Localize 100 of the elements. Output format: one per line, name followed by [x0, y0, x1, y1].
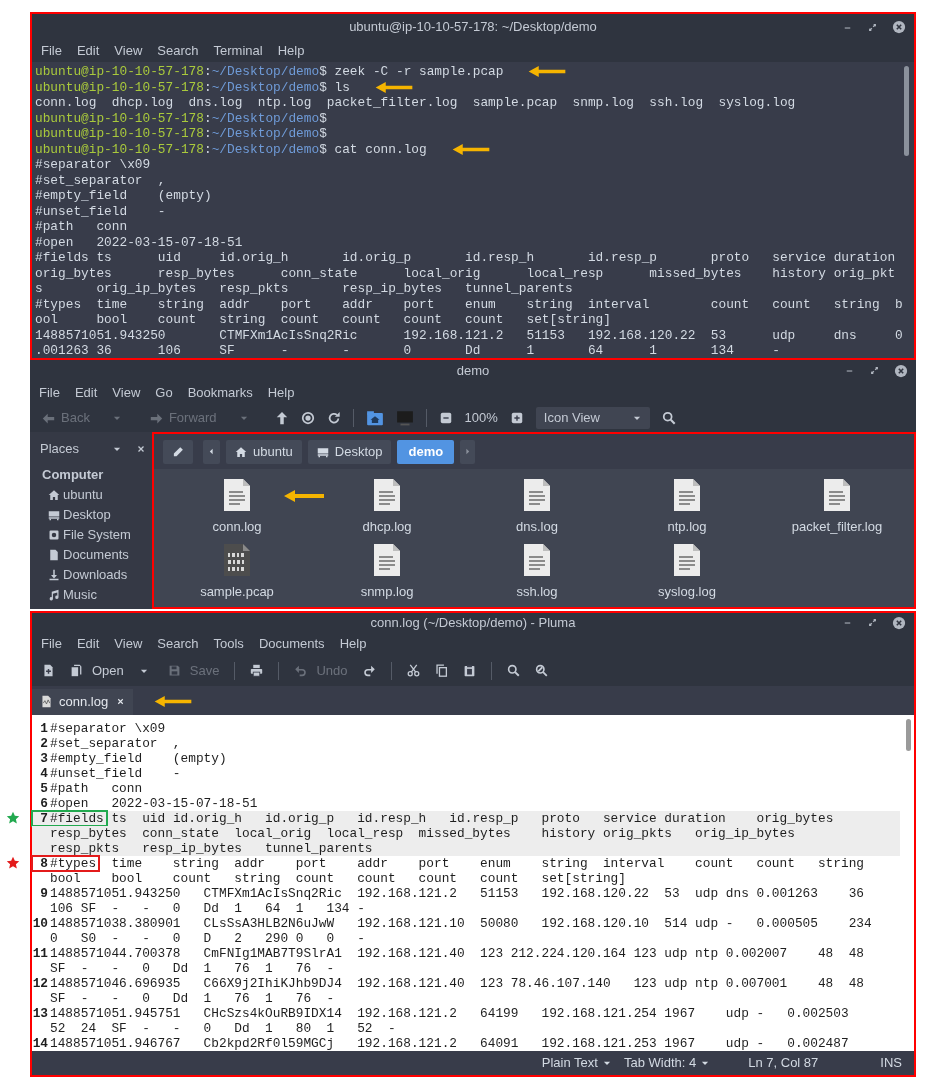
sidebar-item[interactable]: Documents — [30, 545, 152, 565]
menu-item[interactable]: Documents — [258, 633, 325, 654]
menu-item[interactable]: Edit — [76, 633, 100, 654]
cursor-position: Ln 7, Col 87 — [748, 1054, 819, 1073]
scroll-left-button[interactable] — [203, 439, 220, 464]
menu-item[interactable]: Help — [339, 633, 367, 654]
search-icon[interactable] — [506, 664, 520, 677]
clipboard-icon[interactable] — [462, 664, 476, 677]
edit-path-button[interactable] — [163, 439, 193, 464]
menu-item[interactable]: Search — [157, 41, 199, 61]
file-name[interactable]: syslog.log — [658, 581, 716, 601]
scissors-icon[interactable] — [406, 664, 420, 677]
maximize-icon[interactable] — [867, 617, 878, 628]
menu-item[interactable]: File — [41, 633, 62, 654]
path-button[interactable]: ubuntu — [226, 439, 302, 464]
copy-icon[interactable] — [434, 664, 448, 677]
sidebar-item[interactable]: Music — [30, 585, 152, 605]
printer-icon[interactable] — [250, 664, 264, 677]
zoom-out-icon[interactable] — [438, 411, 453, 425]
file-name[interactable]: conn.log — [212, 517, 262, 537]
menu-item[interactable]: Help — [277, 41, 305, 61]
code-line: #open 2022-03-15-07-18-51 — [50, 796, 258, 811]
text-file-icon[interactable] — [373, 542, 401, 577]
scrollbar-thumb[interactable] — [904, 66, 909, 156]
file-name[interactable]: dhcp.log — [362, 517, 412, 537]
text-file-icon[interactable] — [673, 478, 701, 512]
menu-item[interactable]: View — [114, 41, 143, 61]
text-file-icon[interactable] — [223, 478, 251, 512]
line-number: 12 — [32, 976, 49, 991]
text-file-icon[interactable] — [523, 478, 551, 512]
menu-item[interactable]: Terminal — [213, 41, 263, 61]
close-icon[interactable] — [892, 615, 906, 630]
menu-item[interactable]: Edit — [74, 382, 98, 403]
up-arrow-icon[interactable] — [274, 411, 289, 425]
close-icon[interactable] — [136, 444, 146, 454]
code-line: 1488571046.696935 C66X9j2IhiKJhb9DJ4 192.168.121.40 123 78.46.107.140 123 udp ntp 0.007001 48 48 — [50, 976, 864, 991]
line-number: 13 — [32, 1006, 49, 1021]
back-arrow-icon — [42, 411, 55, 425]
text-file-icon[interactable] — [673, 542, 701, 577]
file-name[interactable]: dns.log — [516, 517, 558, 537]
maximize-icon[interactable] — [869, 365, 880, 376]
menu-item[interactable]: Bookmarks — [187, 382, 253, 403]
menu-item[interactable]: Tools — [213, 633, 244, 654]
forward-arrow-icon — [149, 411, 163, 425]
code-line: #unset_field - — [50, 766, 181, 781]
scrollbar-thumb[interactable] — [906, 719, 911, 751]
sidebar-item[interactable]: Desktop — [30, 505, 152, 525]
menu-item[interactable]: File — [41, 41, 62, 61]
line-number: 1 — [39, 721, 49, 736]
path-button[interactable]: Desktop — [307, 439, 392, 464]
file-name[interactable]: snmp.log — [360, 581, 414, 601]
section-heading: Computer — [41, 466, 105, 484]
open-button[interactable]: Open — [70, 660, 124, 681]
language-dropdown[interactable]: Plain Text — [541, 1053, 612, 1073]
view-dropdown[interactable]: Icon View — [535, 407, 650, 429]
sidebar-item[interactable]: File System — [30, 525, 152, 545]
sidebar-title: Places — [40, 440, 80, 459]
line-number: 9 — [39, 886, 49, 901]
close-icon[interactable] — [892, 20, 906, 34]
close-icon[interactable] — [894, 363, 908, 378]
search-replace-icon[interactable] — [534, 664, 548, 677]
new-document-icon[interactable] — [42, 664, 55, 677]
menu-item[interactable]: Help — [267, 382, 295, 403]
tab-width-dropdown[interactable]: Tab Width: 4 — [623, 1053, 711, 1073]
menu-item[interactable]: View — [112, 382, 141, 403]
maximize-icon[interactable] — [867, 21, 878, 33]
redo-icon[interactable] — [362, 664, 376, 677]
file-name[interactable]: ntp.log — [667, 517, 707, 537]
line-number: 14 — [32, 1036, 49, 1051]
terminal-line: #open 2022-03-15-07-18-51 — [35, 234, 243, 250]
menu-item[interactable]: Edit — [76, 41, 100, 61]
sidebar-item[interactable]: Downloads — [30, 565, 152, 585]
desktop-icon — [316, 445, 329, 458]
text-file-icon[interactable] — [523, 542, 551, 577]
menu-item[interactable]: Search — [157, 633, 199, 654]
document-tab[interactable]: conn.log — [32, 688, 134, 715]
search-icon[interactable] — [661, 411, 676, 425]
terminal-line: 1488571051.943250 CTMFXm1AcIsSnq2Ric 192.168.121.2 51153 192.168.120.22 53 udp dns 0 — [35, 327, 903, 343]
home-icon — [48, 489, 60, 501]
home-folder-icon[interactable] — [365, 409, 384, 427]
terminal-line: #unset_field - — [35, 203, 166, 219]
code-line: #empty_field (empty) — [50, 751, 227, 766]
desktop-icon — [48, 509, 60, 521]
sidebar-item[interactable]: ubuntu — [30, 485, 152, 505]
close-icon[interactable] — [116, 697, 126, 706]
menu-item[interactable]: Go — [155, 382, 173, 403]
file-name[interactable]: sample.pcap — [200, 581, 274, 601]
file-name[interactable]: packet_filter.log — [791, 517, 883, 537]
terminal-line: #empty_field (empty) — [35, 188, 212, 204]
zoom-in-icon[interactable] — [509, 411, 524, 425]
music-note-icon — [48, 589, 60, 601]
stop-icon[interactable] — [300, 411, 315, 425]
menu-item[interactable]: File — [39, 382, 60, 403]
menu-item[interactable]: View — [114, 633, 143, 654]
file-name[interactable]: ssh.log — [516, 581, 558, 601]
reload-icon[interactable] — [326, 411, 341, 425]
text-file-icon[interactable] — [373, 478, 401, 512]
terminal-line: #separator \x09 — [35, 157, 151, 173]
text-file-icon[interactable] — [823, 478, 851, 512]
binary-file-icon[interactable] — [223, 542, 251, 577]
